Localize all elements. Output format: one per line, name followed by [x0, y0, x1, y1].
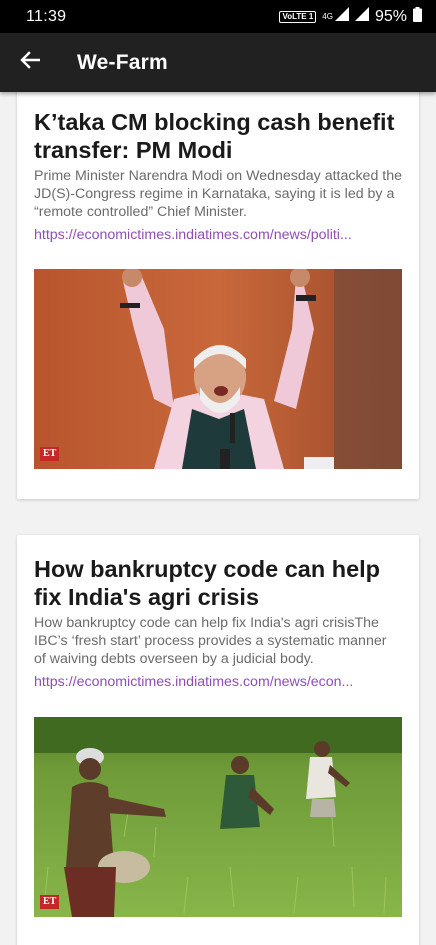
app-title: We-Farm	[77, 50, 168, 74]
battery-percent: 95%	[374, 7, 407, 25]
app-bar: We-Farm	[0, 33, 436, 92]
news-card[interactable]: How bankruptcy code can help fix India's…	[17, 535, 419, 945]
volte-badge: VoLTE 1	[279, 10, 317, 23]
status-bar: 11:39 VoLTE 1 4G 95%	[0, 0, 436, 33]
news-image: ET	[34, 717, 402, 917]
news-summary: Prime Minister Narendra Modi on Wednesda…	[34, 168, 403, 220]
news-feed[interactable]: K’taka CM blocking cash benefit transfer…	[0, 92, 436, 945]
news-summary: How bankruptcy code can help fix India's…	[34, 615, 387, 667]
et-logo-badge: ET	[40, 447, 60, 461]
battery-icon	[413, 6, 422, 27]
news-card[interactable]: K’taka CM blocking cash benefit transfer…	[17, 92, 419, 499]
news-title: How bankruptcy code can help fix India's…	[34, 556, 381, 610]
arrow-back-icon	[20, 50, 41, 75]
network-type-label: 4G	[322, 12, 333, 21]
news-link[interactable]: https://economictimes.indiatimes.com/new…	[34, 673, 402, 691]
news-link[interactable]: https://economictimes.indiatimes.com/new…	[34, 226, 402, 244]
status-icons: VoLTE 1 4G 95%	[279, 6, 422, 27]
et-logo-badge: ET	[40, 895, 60, 909]
news-image: ET	[34, 269, 402, 469]
signal-icon-secondary	[354, 7, 369, 26]
signal-icon	[334, 7, 349, 26]
status-time: 11:39	[26, 7, 67, 25]
news-title: K’taka CM blocking cash benefit transfer…	[34, 109, 395, 163]
back-button[interactable]	[0, 33, 60, 92]
